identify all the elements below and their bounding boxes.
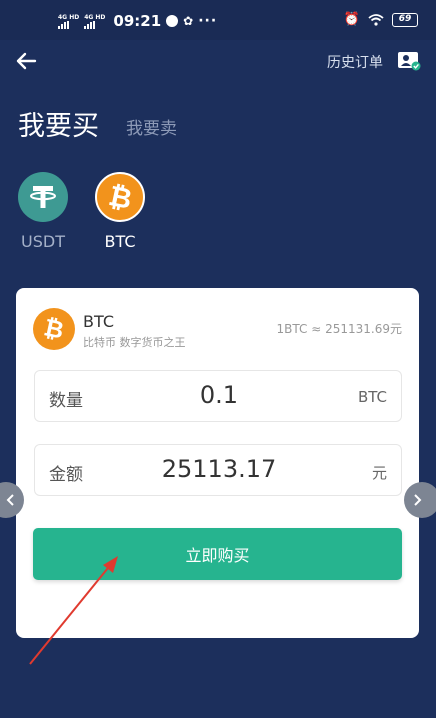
carousel-next-button[interactable] [404,482,436,518]
coin-option-usdt[interactable]: USDT [13,172,73,251]
status-left: 4G HD 4G HD 09:21 ✿ ··· [58,12,217,30]
bitcoin-icon: ₿ [95,172,145,222]
history-orders-link[interactable]: 历史订单 [327,52,383,72]
wifi-icon [368,13,384,26]
alarm-icon: ⏰ [343,12,360,27]
signal-indicator-1: 4G HD [58,14,79,29]
wechat-icon: ✿ [183,14,194,28]
buy-card: ₿ BTC 比特币 数字货币之王 1BTC ≈ 251131.69元 数量 0.… [16,288,419,638]
signal-bars-icon [58,20,69,29]
amount-unit: 元 [371,464,387,482]
coin-option-btc[interactable]: ₿ BTC [90,172,150,251]
amount-input[interactable]: 25113.17 [35,455,403,483]
quantity-input[interactable]: 0.1 [35,381,403,409]
card-coin-description: 比特币 数字货币之王 [83,336,186,349]
battery-icon: 69 [392,12,418,27]
signal-bars-icon [84,20,96,29]
status-bar: 4G HD 4G HD 09:21 ✿ ··· ⏰ 69 [0,0,436,40]
more-notifications-icon: ··· [198,13,218,29]
signal-indicator-2: 4G HD [84,14,105,29]
coin-label-usdt: USDT [21,232,65,251]
signal-2-label: 4G HD [84,13,106,21]
buy-now-button[interactable]: 立即购买 [33,528,402,580]
chevron-left-icon [6,494,14,506]
quantity-unit: BTC [357,388,387,406]
tab-buy[interactable]: 我要买 [18,104,99,143]
coin-label-btc: BTC [104,232,136,251]
chevron-right-icon [414,494,422,506]
tether-icon [18,172,68,222]
exchange-rate: 1BTC ≈ 251131.69元 [276,322,402,336]
tab-sell[interactable]: 我要卖 [126,114,177,139]
quantity-field[interactable]: 数量 0.1 BTC [34,370,402,422]
bitcoin-icon: ₿ [33,308,75,350]
card-coin-name: BTC [83,312,114,331]
message-bubble-icon [166,15,179,27]
back-arrow-icon[interactable] [14,50,38,72]
status-time: 09:21 [113,12,162,30]
status-right: ⏰ 69 [344,12,418,27]
signal-1-label: 4G HD [58,13,80,21]
user-verify-icon[interactable] [397,50,421,72]
amount-field[interactable]: 金额 25113.17 元 [34,444,402,496]
